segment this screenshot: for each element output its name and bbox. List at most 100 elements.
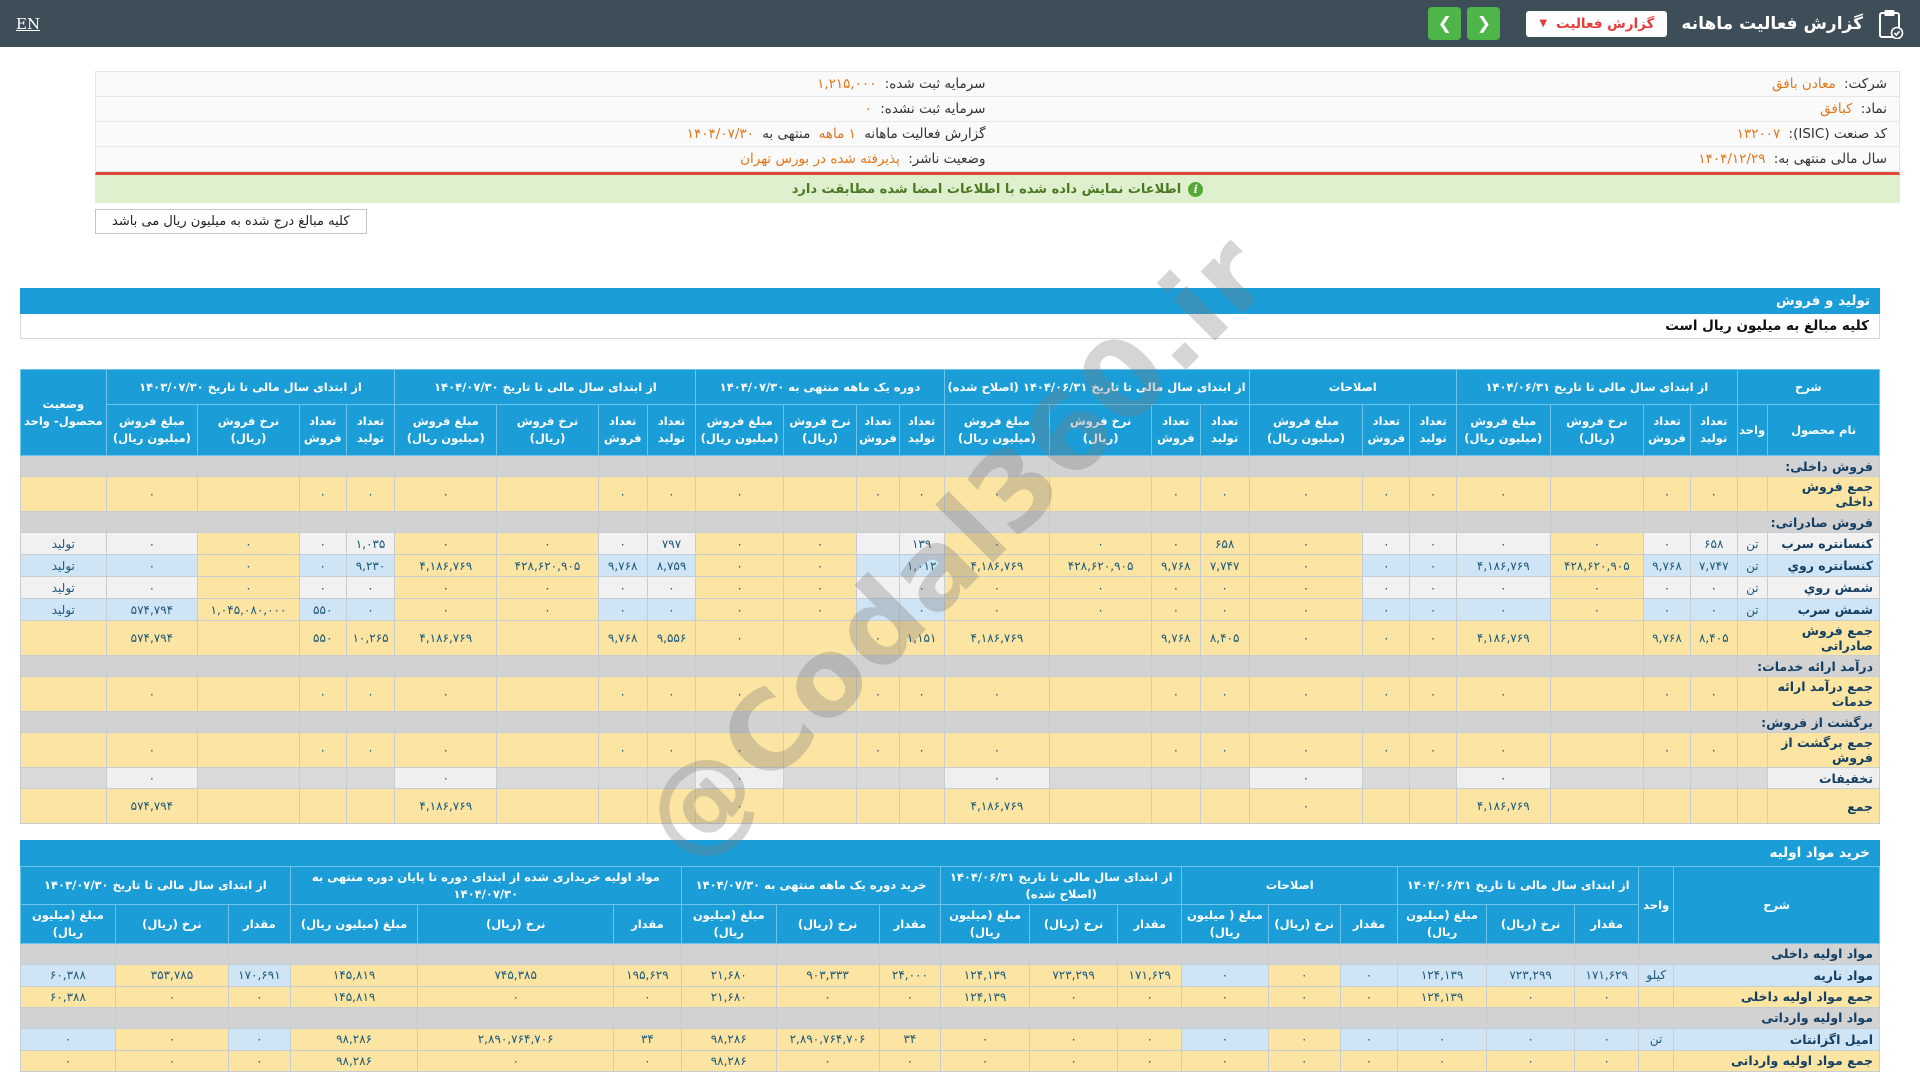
- value-cell: ۹,۷۶۸: [597, 620, 648, 656]
- row-label: جمع مواد اولیه وارداتی: [1673, 1049, 1880, 1072]
- value-cell: ۰: [1643, 676, 1691, 712]
- value-cell: [1362, 511, 1411, 533]
- value-cell: ۰: [782, 576, 858, 599]
- status-cell: [20, 455, 107, 477]
- company-info-value: ۱۴۰۴/۱۲/۲۹: [1698, 151, 1766, 167]
- value-cell: ۹,۷۶۸: [1643, 554, 1691, 577]
- row-label: جمع درآمد ارائه خدمات: [1767, 676, 1880, 712]
- value-cell: ۶۰,۳۸۸: [20, 963, 116, 987]
- value-cell: ۵۵۰: [298, 598, 347, 621]
- column-group-header: خرید دوره یک ماهه منتهی به ۱۴۰۴/۰۷/۳۰: [680, 865, 942, 906]
- column-header: تعداد فروش: [856, 404, 900, 456]
- value-cell: ۰: [1339, 1027, 1399, 1051]
- unit-cell: [1736, 476, 1769, 512]
- value-cell: ۰: [1117, 985, 1183, 1008]
- value-cell: [1049, 711, 1152, 733]
- value-cell: ۰: [1409, 576, 1457, 599]
- value-cell: ۰: [298, 676, 347, 712]
- previous-report-button[interactable]: ❯: [1428, 7, 1462, 40]
- column-header: نام محصول: [1767, 404, 1880, 456]
- column-header: تعداد فروش: [1150, 404, 1201, 456]
- column-group-header: واحد: [1638, 866, 1675, 944]
- value-cell: [1689, 511, 1738, 533]
- unit-cell: تن: [1736, 554, 1769, 577]
- value-cell: ۱۴۵,۸۱۹: [289, 985, 419, 1008]
- value-cell: ۱,۰۱۲: [898, 554, 945, 577]
- value-cell: [1199, 711, 1250, 733]
- value-cell: ۰: [1397, 1049, 1487, 1072]
- value-cell: ۰: [1689, 676, 1738, 712]
- million-rial-note: کلیه مبالغ درج شده به میلیون ریال می باش…: [95, 209, 367, 234]
- value-cell: ۰: [898, 676, 945, 712]
- value-cell: ۰: [1339, 985, 1399, 1008]
- value-cell: [856, 711, 900, 733]
- section-row-label: مواد اولیه وارداتی: [1638, 1006, 1880, 1029]
- value-cell: ۰: [1362, 620, 1411, 656]
- unit-cell: کیلو: [1638, 963, 1675, 987]
- column-header: تعداد تولید: [345, 404, 396, 456]
- value-cell: [1049, 476, 1152, 512]
- value-cell: [1643, 711, 1691, 733]
- value-cell: ۰: [1409, 532, 1457, 555]
- value-cell: ۰: [1267, 985, 1341, 1008]
- value-cell: ۰: [597, 598, 648, 621]
- company-info-label: سرمایه ثبت شده:: [880, 76, 986, 92]
- unit-cell: [1736, 732, 1769, 768]
- value-cell: [940, 942, 1030, 965]
- value-cell: [1549, 655, 1645, 677]
- value-cell: ۰: [695, 476, 784, 512]
- value-cell: ۰: [394, 532, 498, 555]
- value-cell: ۰: [597, 732, 648, 768]
- value-cell: ۰: [1455, 476, 1551, 512]
- value-cell: [680, 1006, 777, 1029]
- column-header: تعداد تولید: [1689, 404, 1738, 456]
- value-cell: ۰: [597, 532, 648, 555]
- value-cell: [782, 655, 858, 677]
- value-cell: ۸,۴۰۵: [1199, 620, 1250, 656]
- section-row-label: فروش صادراتی:: [1736, 511, 1881, 533]
- value-cell: [417, 1006, 614, 1029]
- value-cell: ۰: [1028, 1027, 1119, 1051]
- value-cell: ۰: [878, 985, 942, 1008]
- status-cell: تولید: [20, 598, 107, 621]
- value-cell: [646, 455, 697, 477]
- value-cell: ۰: [695, 788, 784, 824]
- value-cell: ۰: [898, 476, 945, 512]
- value-cell: [1549, 732, 1645, 768]
- value-cell: [114, 1006, 230, 1029]
- value-cell: [345, 788, 396, 824]
- value-cell: [1150, 767, 1201, 789]
- value-cell: ۰: [298, 576, 347, 599]
- value-cell: [1549, 620, 1645, 656]
- value-cell: [775, 942, 880, 965]
- raw-materials-table: شرح واحد از ابتدای سال مالی تا تاریخ ۱۴۰۴/…: [20, 865, 1880, 1072]
- report-type-dropdown[interactable]: گزارش فعالیت ▼: [1526, 10, 1668, 37]
- value-cell: ۰: [1181, 1027, 1269, 1051]
- language-toggle-en[interactable]: EN: [16, 15, 40, 33]
- column-header: نرخ فروش (ریال): [197, 404, 300, 456]
- value-cell: ۰: [1455, 676, 1551, 712]
- value-cell: ۰: [695, 554, 784, 577]
- column-header: مقدار: [1117, 904, 1183, 944]
- value-cell: ۰: [1117, 1049, 1183, 1072]
- value-cell: ۰: [1362, 598, 1411, 621]
- value-cell: ۲۴,۰۰۰: [878, 963, 942, 987]
- next-report-button[interactable]: ❮: [1467, 7, 1501, 40]
- value-cell: [1150, 655, 1201, 677]
- column-header: مبلغ ( میلیون ریال): [1181, 904, 1269, 944]
- value-cell: ۸,۷۵۹: [646, 554, 697, 577]
- value-cell: [898, 455, 945, 477]
- value-cell: ۰: [105, 476, 199, 512]
- value-cell: ۰: [1362, 532, 1411, 555]
- value-cell: ۰: [1409, 732, 1457, 768]
- column-header: تعداد تولید: [898, 404, 945, 456]
- value-cell: [417, 942, 614, 965]
- value-cell: ۰: [345, 598, 396, 621]
- value-cell: [695, 511, 784, 533]
- value-cell: [1643, 455, 1691, 477]
- value-cell: [856, 767, 900, 789]
- column-group-header: اصلاحات: [1181, 865, 1399, 906]
- status-cell: تولید: [20, 554, 107, 577]
- value-cell: ۰: [1689, 576, 1738, 599]
- value-cell: ۰: [394, 732, 498, 768]
